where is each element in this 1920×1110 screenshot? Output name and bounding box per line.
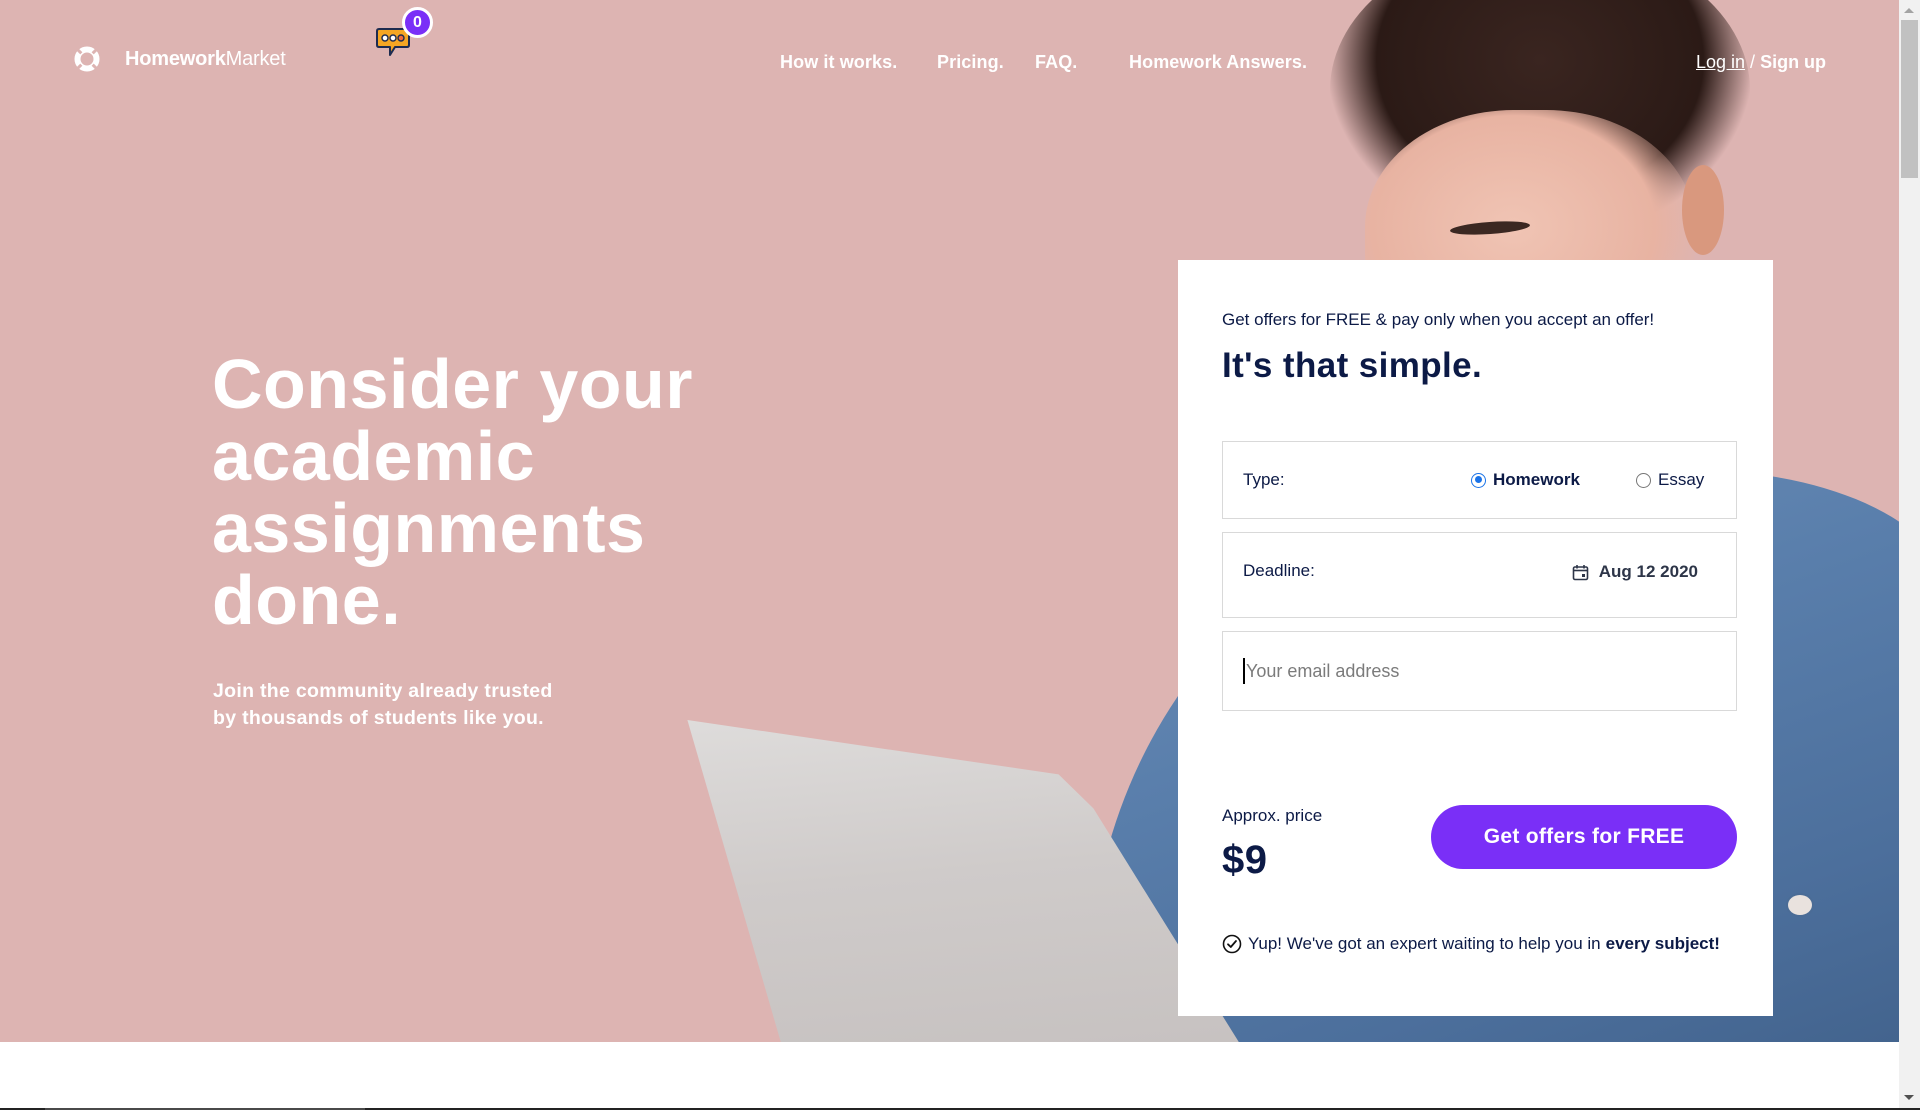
hero-subtext-line: Join the community already trusted	[213, 680, 553, 702]
assurance-note: Yup! We've got an expert waiting to help…	[1222, 934, 1720, 954]
deadline-value: Aug 12 2020	[1598, 562, 1698, 581]
form-title: It's that simple.	[1222, 346, 1483, 385]
radio-homework-label: Homework	[1493, 470, 1580, 489]
nav-pricing[interactable]: Pricing.	[937, 52, 1004, 73]
type-label: Type:	[1243, 470, 1285, 489]
nav-homework-answers[interactable]: Homework Answers.	[1129, 52, 1307, 73]
email-input[interactable]	[1243, 658, 1713, 684]
login-link[interactable]: Log in	[1696, 52, 1745, 72]
brand-logo-link[interactable]: HomeworkMarket	[74, 46, 286, 72]
auth-links: Log in / Sign up	[1696, 52, 1826, 73]
scroll-up-arrow-icon[interactable]	[1904, 8, 1914, 13]
hero-headline: Consider your academic assignments done.	[212, 348, 772, 636]
nav-faq[interactable]: FAQ.	[1035, 52, 1077, 73]
radio-essay[interactable]	[1636, 472, 1651, 488]
vertical-scrollbar[interactable]	[1899, 0, 1920, 1108]
signup-link[interactable]: Sign up	[1760, 52, 1826, 72]
hero-headline-line: done.	[212, 561, 402, 639]
order-form-card: Get offers for FREE & pay only when you …	[1178, 260, 1773, 1016]
hero-subtext-line: by thousands of students like you.	[213, 707, 544, 729]
price-label: Approx. price	[1222, 806, 1323, 825]
type-option-homework[interactable]: Homework	[1471, 470, 1580, 490]
auth-separator: /	[1745, 52, 1761, 72]
deadline-picker[interactable]: Aug 12 2020	[1572, 562, 1698, 582]
price-value: $9	[1222, 838, 1268, 882]
ring-logo-icon	[74, 46, 100, 72]
brand-name: HomeworkMarket	[125, 48, 286, 71]
calendar-icon	[1572, 564, 1589, 580]
nav-how-it-works[interactable]: How it works.	[780, 52, 897, 73]
chat-notification-badge: 0	[402, 7, 433, 38]
hero-subtext: Join the community already trusted by th…	[213, 678, 653, 732]
hero-headline-line: assignments	[212, 489, 646, 567]
deadline-field[interactable]: Deadline: Aug 12 2020	[1222, 532, 1737, 618]
hero-photo-shirt-button	[1788, 895, 1812, 915]
hero-section: HomeworkMarket 0 How it works. Pricing. …	[0, 0, 1899, 1042]
radio-homework[interactable]	[1471, 472, 1486, 488]
form-lead-text: Get offers for FREE & pay only when you …	[1222, 310, 1655, 329]
type-option-essay[interactable]: Essay	[1636, 470, 1704, 490]
radio-essay-label: Essay	[1658, 470, 1705, 489]
hero-headline-line: Consider your	[212, 345, 694, 423]
assurance-bold: every subject!	[1605, 934, 1720, 953]
deadline-label: Deadline:	[1243, 561, 1315, 580]
scroll-down-arrow-icon[interactable]	[1904, 1095, 1914, 1100]
hero-photo-ear	[1682, 165, 1724, 255]
hero-headline-line: academic	[212, 417, 536, 495]
brand-name-bold: Homework	[125, 47, 226, 70]
email-field-box	[1222, 631, 1737, 711]
scrollbar-thumb[interactable]	[1901, 20, 1918, 178]
get-offers-button[interactable]: Get offers for FREE	[1431, 805, 1737, 869]
page: HomeworkMarket 0 How it works. Pricing. …	[0, 0, 1899, 1108]
check-circle-icon	[1222, 934, 1242, 954]
assurance-text: Yup! We've got an expert waiting to help…	[1248, 934, 1601, 953]
brand-name-regular: Market	[225, 47, 286, 70]
type-field: Type: Homework Essay	[1222, 441, 1737, 519]
